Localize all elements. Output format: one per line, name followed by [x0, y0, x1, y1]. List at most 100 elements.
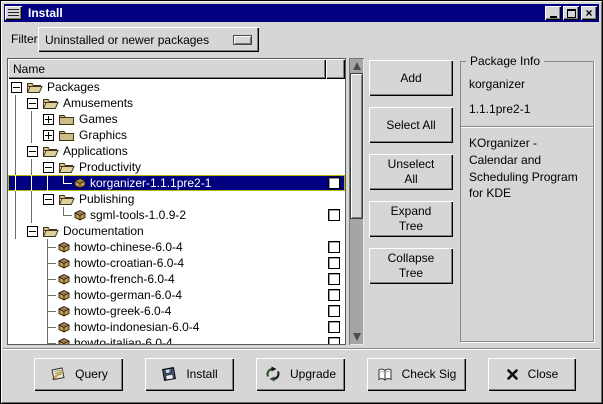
package-select-checkbox[interactable]: [328, 177, 340, 189]
minimize-button[interactable]: [545, 6, 561, 20]
tree-row[interactable]: Productivity: [8, 159, 345, 175]
tree-indent: [24, 287, 40, 303]
collapse-node-icon[interactable]: [27, 98, 38, 109]
install-button[interactable]: Install: [145, 358, 234, 391]
package-select-checkbox[interactable]: [328, 289, 340, 301]
tree-row[interactable]: Games: [8, 111, 345, 127]
collapse-node-icon[interactable]: [27, 226, 38, 237]
bottom-divider: [3, 348, 600, 350]
scroll-down-button[interactable]: [349, 330, 364, 344]
tree-row[interactable]: korganizer-1.1.1pre2-1: [8, 175, 345, 191]
tree-row-label: howto-french-6.0-4: [74, 272, 175, 286]
package-name: korganizer: [469, 77, 593, 91]
tree-row-label: Applications: [63, 144, 128, 158]
tree-indent: [24, 159, 40, 175]
tree-row-label: howto-indonesian-6.0-4: [74, 320, 199, 334]
tree-row-label: Documentation: [63, 224, 144, 238]
package-icon: [74, 177, 86, 189]
collapse-node-icon[interactable]: [27, 146, 38, 157]
package-select-checkbox[interactable]: [328, 337, 340, 344]
add-button[interactable]: Add: [369, 60, 453, 96]
tree-indent: [8, 207, 24, 223]
tree-row[interactable]: howto-croatian-6.0-4: [8, 255, 345, 271]
window-title: Install: [28, 7, 545, 19]
tree-connector: [40, 127, 56, 143]
query-button[interactable]: Query: [34, 358, 123, 391]
tree-indent: [8, 335, 24, 344]
column-header-name[interactable]: Name: [8, 59, 326, 79]
tree-indent: [8, 159, 24, 175]
tree-row[interactable]: Publishing: [8, 191, 345, 207]
expand-node-icon[interactable]: [43, 130, 54, 141]
folder-closed-icon: [58, 113, 75, 126]
tree-row-label: howto-german-6.0-4: [74, 288, 182, 302]
check-sig-button[interactable]: Check Sig: [367, 358, 466, 391]
tree-row[interactable]: howto-chinese-6.0-4: [8, 239, 345, 255]
minimize-icon: [550, 16, 557, 18]
maximize-button[interactable]: [563, 6, 579, 20]
tree-row[interactable]: Packages: [8, 79, 345, 95]
upgrade-button[interactable]: Upgrade: [256, 358, 345, 391]
tree-row[interactable]: howto-greek-6.0-4: [8, 303, 345, 319]
tree-indent: [8, 111, 24, 127]
folder-open-icon: [42, 225, 59, 238]
titlebar[interactable]: Install ×: [4, 4, 599, 22]
column-header-select[interactable]: [326, 59, 345, 79]
package-icon: [58, 241, 70, 253]
tree-connector: [40, 159, 56, 175]
tree-row[interactable]: howto-german-6.0-4: [8, 287, 345, 303]
folder-open-icon: [26, 81, 43, 94]
close-window-button[interactable]: ×: [581, 6, 597, 20]
filter-dropdown[interactable]: Uninstalled or newer packages: [38, 27, 259, 52]
tree-connector: [8, 79, 24, 95]
package-icon: [58, 289, 70, 301]
tree-row[interactable]: Documentation: [8, 223, 345, 239]
tree-row[interactable]: howto-italian-6.0-4: [8, 335, 345, 344]
package-icon: [58, 337, 70, 344]
tree-row-label: Games: [79, 112, 118, 126]
scrollbar-thumb[interactable]: [350, 73, 363, 219]
arrow-down-icon: [353, 333, 361, 341]
tree-row[interactable]: howto-french-6.0-4: [8, 271, 345, 287]
tree-row[interactable]: howto-indonesian-6.0-4: [8, 319, 345, 335]
select-all-button[interactable]: Select All: [369, 107, 453, 143]
tree-indent: [24, 271, 40, 287]
option-menu-indicator-icon: [233, 35, 252, 45]
package-info-legend: Package Info: [466, 54, 544, 68]
tree-scrollbar[interactable]: [349, 58, 364, 345]
unselect-all-button[interactable]: Unselect All: [369, 154, 453, 190]
tree-row[interactable]: Graphics: [8, 127, 345, 143]
filter-dropdown-value: Uninstalled or newer packages: [45, 33, 233, 47]
collapse-node-icon[interactable]: [43, 194, 54, 205]
scroll-up-button[interactable]: [349, 59, 364, 73]
package-select-checkbox[interactable]: [328, 273, 340, 285]
collapse-node-icon[interactable]: [11, 82, 22, 93]
tree-row[interactable]: sgml-tools-1.0.9-2: [8, 207, 345, 223]
window-menu-button[interactable]: [5, 6, 22, 20]
collapse-node-icon[interactable]: [43, 162, 54, 173]
tree-indent: [8, 255, 24, 271]
tree-indent: [8, 175, 24, 191]
expand-tree-button[interactable]: Expand Tree: [369, 201, 453, 237]
tree-indent: [8, 239, 24, 255]
package-select-checkbox[interactable]: [328, 241, 340, 253]
folder-open-icon: [42, 145, 59, 158]
tree-row[interactable]: Amusements: [8, 95, 345, 111]
tree-branch-line: [56, 175, 72, 191]
package-select-checkbox[interactable]: [328, 321, 340, 333]
package-select-checkbox[interactable]: [328, 305, 340, 317]
tree-row[interactable]: Applications: [8, 143, 345, 159]
close-button[interactable]: Close: [488, 358, 576, 391]
tree-indent: [8, 319, 24, 335]
window-menu-icon: [8, 9, 19, 18]
tree-indent: [24, 207, 40, 223]
tree-indent: [8, 95, 24, 111]
expand-node-icon[interactable]: [43, 114, 54, 125]
package-select-checkbox[interactable]: [328, 209, 340, 221]
tree-row-label: Packages: [47, 80, 100, 94]
tree-row-label: howto-greek-6.0-4: [74, 304, 171, 318]
package-info-panel: Package Info korganizer 1.1.1pre2-1 KOrg…: [460, 61, 594, 342]
tree-connector: [24, 95, 40, 111]
package-select-checkbox[interactable]: [328, 257, 340, 269]
collapse-tree-button[interactable]: Collapse Tree: [369, 248, 453, 284]
